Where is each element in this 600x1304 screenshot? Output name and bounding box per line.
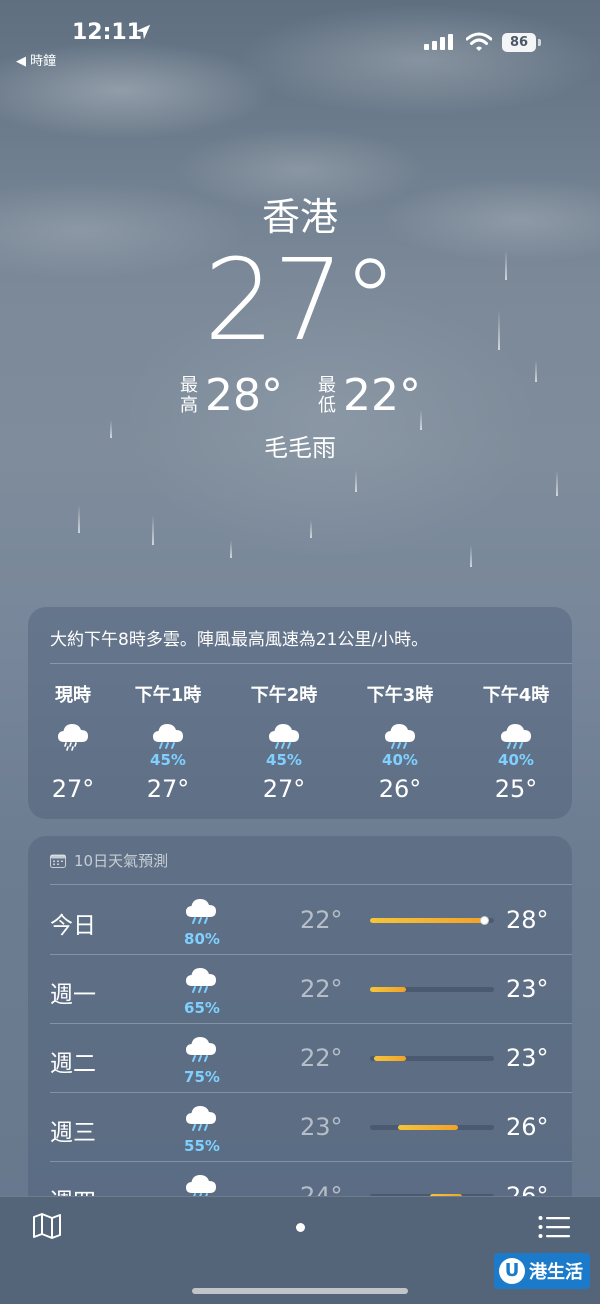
map-icon[interactable]	[32, 1213, 62, 1239]
day-label: 週二	[50, 1051, 96, 1077]
rain-streak	[470, 545, 472, 567]
precip-chance: 40%	[382, 751, 418, 769]
rain-streak	[556, 470, 558, 496]
precip-chance: 40%	[498, 751, 534, 769]
precip-chance: 75%	[184, 1068, 220, 1086]
high-temperature: 28°	[506, 906, 549, 934]
current-temperature: 27°	[203, 236, 399, 366]
high-label: 最高	[180, 374, 198, 416]
precip-chance: 55%	[184, 1137, 220, 1155]
hourly-item: 下午1時 45% 27°	[123, 681, 213, 803]
hour-temperature: 25°	[494, 775, 538, 803]
hourly-item: 下午4時 40% 25°	[471, 681, 561, 803]
cloud-rain-icon	[471, 721, 561, 751]
daily-forecast-header: 10日天氣預測	[50, 850, 168, 871]
cloud-rain-icon	[355, 721, 445, 751]
weather-condition: 毛毛雨	[264, 434, 336, 462]
temperature-range-fill	[370, 918, 488, 923]
status-time: 12:11	[72, 20, 143, 45]
low-value: 22°	[343, 370, 421, 421]
city-name: 香港	[261, 195, 338, 239]
low-temperature: 23°	[300, 1113, 343, 1141]
list-icon[interactable]	[538, 1215, 570, 1239]
low-temperature: 22°	[300, 975, 343, 1003]
high-value: 28°	[205, 370, 283, 421]
high-temperature: 23°	[506, 1044, 549, 1072]
forecast-summary: 大約下午8時多雲。陣風最高風速為21公里/小時。	[50, 630, 429, 650]
current-temp-dot	[480, 916, 489, 925]
daily-row[interactable]: 今日 80% 22° 28°	[28, 886, 572, 955]
cloud-rain-icon	[183, 896, 221, 930]
battery-tip	[538, 39, 541, 46]
day-label: 今日	[50, 913, 96, 939]
precip-chance: 65%	[184, 999, 220, 1017]
temperature-range-bar	[370, 1125, 494, 1130]
rain-streak	[152, 515, 154, 545]
hourly-item: 下午2時 45% 27°	[239, 681, 329, 803]
cloud-rain-icon	[123, 721, 213, 751]
daily-forecast-card[interactable]: 10日天氣預測 今日 80% 22° 28° 週一 65% 22° 23° 週二 75% 22° 23…	[28, 836, 572, 1256]
home-indicator[interactable]	[192, 1288, 408, 1294]
high-temperature: 26°	[506, 1113, 549, 1141]
hour-temperature: 27°	[262, 775, 306, 803]
low-temperature: 22°	[300, 906, 343, 934]
daily-row[interactable]: 週二 75% 22° 23°	[28, 1024, 572, 1093]
hour-label: 下午2時	[250, 685, 318, 706]
temperature-range-bar	[370, 987, 494, 992]
cloud-rain-icon	[183, 1034, 221, 1068]
temperature-range-bar	[370, 1056, 494, 1061]
hour-label: 現時	[55, 685, 91, 706]
hourly-item: 現時 27°	[28, 681, 118, 803]
hour-temperature: 27°	[51, 775, 95, 803]
wifi-icon	[466, 32, 492, 51]
divider	[50, 884, 572, 885]
cloud-drizzle-icon	[28, 721, 118, 751]
hour-temperature: 26°	[378, 775, 422, 803]
back-to-clock-link[interactable]: ◀ 時鐘	[16, 50, 56, 69]
hour-label: 下午3時	[366, 685, 434, 706]
precip-chance	[28, 751, 118, 769]
precip-chance: 45%	[266, 751, 302, 769]
day-label: 週三	[50, 1120, 96, 1146]
precip-chance: 80%	[184, 930, 220, 948]
temperature-range-fill	[370, 987, 406, 992]
temperature-range-fill	[398, 1125, 458, 1130]
temperature-range-bar	[370, 916, 494, 925]
low-label: 最低	[318, 374, 336, 416]
precip-chance: 45%	[150, 751, 186, 769]
calendar-icon	[50, 854, 66, 868]
hour-label: 下午1時	[134, 685, 202, 706]
temperature-range-fill	[374, 1056, 406, 1061]
logo-icon: U	[499, 1258, 525, 1284]
hourly-forecast-card[interactable]: 大約下午8時多雲。陣風最高風速為21公里/小時。 現時 27° 下午1時 45% 27°…	[28, 607, 572, 819]
rain-streak	[355, 470, 357, 492]
rain-streak	[78, 505, 80, 533]
watermark-logo: U 港生活	[494, 1253, 590, 1289]
watermark-text: 港生活	[529, 1262, 583, 1283]
cloud-rain-icon	[183, 965, 221, 999]
rain-streak	[230, 540, 232, 558]
high-temperature: 23°	[506, 975, 549, 1003]
divider	[50, 663, 572, 664]
low-temperature: 22°	[300, 1044, 343, 1072]
page-indicator[interactable]	[296, 1223, 305, 1232]
daily-row[interactable]: 週三 55% 23° 26°	[28, 1093, 572, 1162]
rain-streak	[310, 520, 312, 538]
cellular-signal-icon	[424, 34, 453, 50]
cloud-rain-icon	[239, 721, 329, 751]
hour-temperature: 27°	[146, 775, 190, 803]
daily-header-label: 10日天氣預測	[74, 852, 169, 870]
cloud-rain-icon	[183, 1103, 221, 1137]
day-label: 週一	[50, 982, 96, 1008]
location-arrow-icon	[135, 24, 151, 40]
daily-row[interactable]: 週一 65% 22° 23°	[28, 955, 572, 1024]
battery-indicator: 86	[502, 33, 536, 52]
hourly-item: 下午3時 40% 26°	[355, 681, 445, 803]
high-low-temperature: 最高 28° 最低 22°	[0, 370, 600, 421]
hour-label: 下午4時	[482, 685, 550, 706]
